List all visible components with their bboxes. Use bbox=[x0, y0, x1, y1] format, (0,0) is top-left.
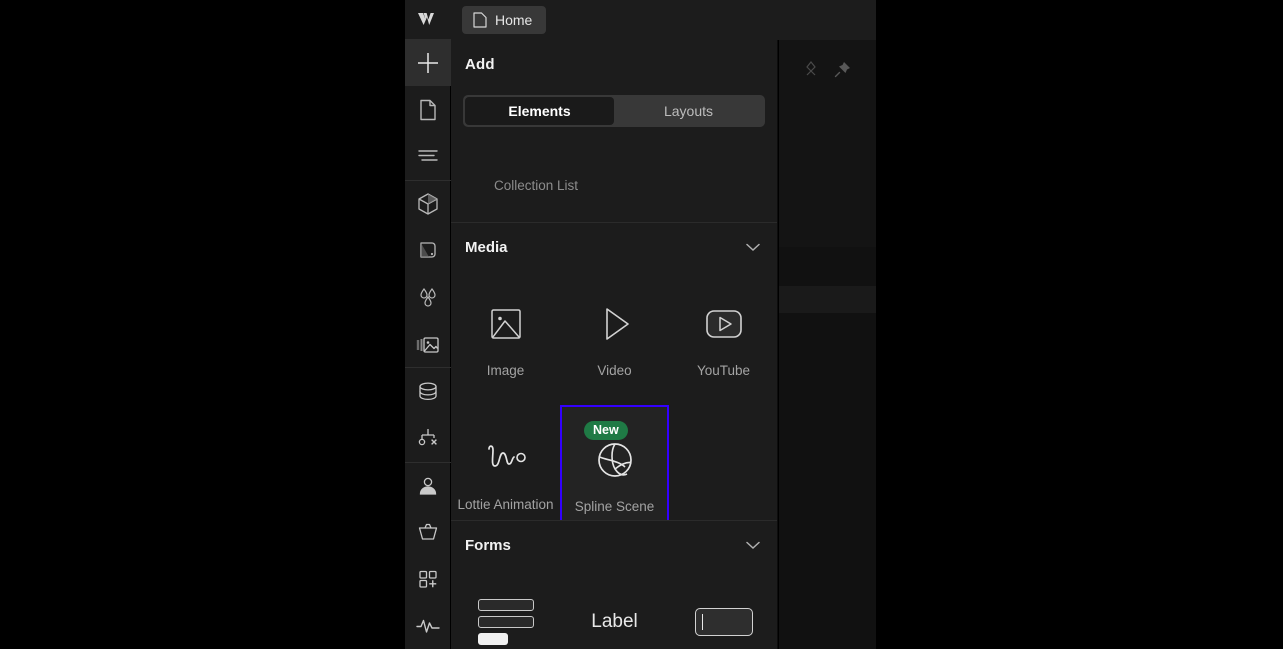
element-youtube-label: YouTube bbox=[669, 361, 778, 380]
element-spline-scene[interactable]: New Spline Scene bbox=[560, 405, 669, 539]
sidebar-item-components[interactable] bbox=[405, 181, 451, 228]
pin-icon[interactable] bbox=[834, 60, 852, 83]
sidebar-item-audit[interactable] bbox=[405, 602, 451, 649]
add-panel-tabs: Elements Layouts bbox=[463, 95, 765, 127]
pulse-icon bbox=[414, 615, 442, 637]
apps-plus-icon bbox=[415, 566, 441, 592]
section-forms-title: Forms bbox=[465, 537, 746, 554]
section-media-title: Media bbox=[465, 239, 746, 256]
label-icon-text: Label bbox=[591, 611, 638, 633]
chevron-down-icon[interactable] bbox=[746, 243, 760, 252]
database-icon bbox=[415, 379, 441, 405]
navigator-icon bbox=[416, 146, 440, 166]
add-panel: Add Elements Layouts Collection List Med… bbox=[451, 40, 778, 649]
droplets-icon bbox=[415, 284, 441, 310]
right-panel bbox=[779, 40, 876, 649]
forms-grid: Form Block Label Label Input bbox=[451, 569, 778, 649]
tag-icon bbox=[415, 238, 441, 264]
form-block-bar bbox=[478, 616, 534, 628]
image-icon bbox=[483, 293, 529, 355]
element-image[interactable]: Image bbox=[451, 271, 560, 405]
element-video-label: Video bbox=[560, 361, 669, 380]
media-grid: Image Video bbox=[451, 271, 778, 539]
input-field-box bbox=[695, 608, 753, 636]
sidebar-item-ecommerce[interactable] bbox=[405, 509, 451, 556]
label-text-icon: Label bbox=[591, 591, 638, 649]
resize-handle-icon[interactable] bbox=[804, 60, 818, 83]
webflow-logo-icon[interactable] bbox=[405, 0, 451, 39]
element-input[interactable]: Input bbox=[669, 569, 778, 649]
chevron-down-icon[interactable] bbox=[746, 541, 760, 550]
cube-icon bbox=[415, 191, 441, 217]
sidebar-item-pages[interactable] bbox=[405, 86, 451, 133]
sidebar-item-navigator[interactable] bbox=[405, 133, 451, 180]
sidebar-item-users[interactable] bbox=[405, 463, 451, 510]
element-spline-scene-label: Spline Scene bbox=[562, 497, 667, 516]
section-media-header[interactable]: Media bbox=[451, 223, 778, 271]
tab-home[interactable]: Home bbox=[462, 6, 546, 34]
element-label[interactable]: Label Label bbox=[560, 569, 669, 649]
element-lottie-animation-label: Lottie Animation bbox=[451, 495, 560, 514]
tab-home-label: Home bbox=[495, 12, 532, 28]
section-forms: Forms Form Block bbox=[451, 521, 778, 649]
logic-flow-icon bbox=[415, 425, 441, 451]
top-bar-right-filler bbox=[779, 0, 876, 40]
form-block-bar bbox=[478, 599, 534, 611]
lottie-squiggle-icon bbox=[476, 427, 536, 489]
plus-icon bbox=[415, 50, 441, 76]
page-icon bbox=[416, 98, 440, 122]
text-caret-icon bbox=[702, 614, 704, 630]
right-panel-icon-row bbox=[779, 40, 876, 83]
tab-elements[interactable]: Elements bbox=[465, 97, 614, 125]
person-icon bbox=[415, 473, 441, 499]
right-panel-band bbox=[779, 286, 876, 313]
media-grid-empty-cell bbox=[669, 405, 778, 539]
sidebar-item-assets[interactable] bbox=[405, 321, 451, 368]
sidebar-item-style-selectors[interactable] bbox=[405, 227, 451, 274]
page-title: Add bbox=[465, 56, 763, 73]
section-forms-header[interactable]: Forms bbox=[451, 521, 778, 569]
add-panel-header: Add bbox=[451, 40, 777, 73]
basket-icon bbox=[415, 519, 441, 545]
element-form-block[interactable]: Form Block bbox=[451, 569, 560, 649]
youtube-icon bbox=[699, 293, 749, 355]
left-icon-rail bbox=[405, 0, 451, 649]
element-video[interactable]: Video bbox=[560, 271, 669, 405]
status-badge: New bbox=[584, 421, 628, 440]
element-youtube[interactable]: YouTube bbox=[669, 271, 778, 405]
form-block-icon bbox=[478, 591, 534, 649]
sidebar-item-apps[interactable] bbox=[405, 556, 451, 603]
form-block-submit-bar bbox=[478, 633, 508, 645]
page-icon bbox=[473, 12, 487, 28]
tab-layouts[interactable]: Layouts bbox=[614, 97, 763, 125]
section-media: Media Image bbox=[451, 223, 778, 539]
sidebar-item-logic[interactable] bbox=[405, 415, 451, 462]
sidebar-item-add-panel[interactable] bbox=[405, 40, 451, 87]
element-image-label: Image bbox=[451, 361, 560, 380]
sidebar-item-variables[interactable] bbox=[405, 274, 451, 321]
app-root: Home Add Elemen bbox=[0, 0, 1283, 649]
input-field-icon bbox=[695, 591, 753, 649]
element-lottie-animation[interactable]: Lottie Animation bbox=[451, 405, 560, 539]
clipped-previous-item[interactable]: Collection List bbox=[451, 180, 778, 221]
play-triangle-icon bbox=[592, 293, 638, 355]
sidebar-item-cms[interactable] bbox=[405, 368, 451, 415]
image-stack-icon bbox=[414, 331, 442, 357]
clipped-item-label: Collection List bbox=[481, 180, 591, 195]
